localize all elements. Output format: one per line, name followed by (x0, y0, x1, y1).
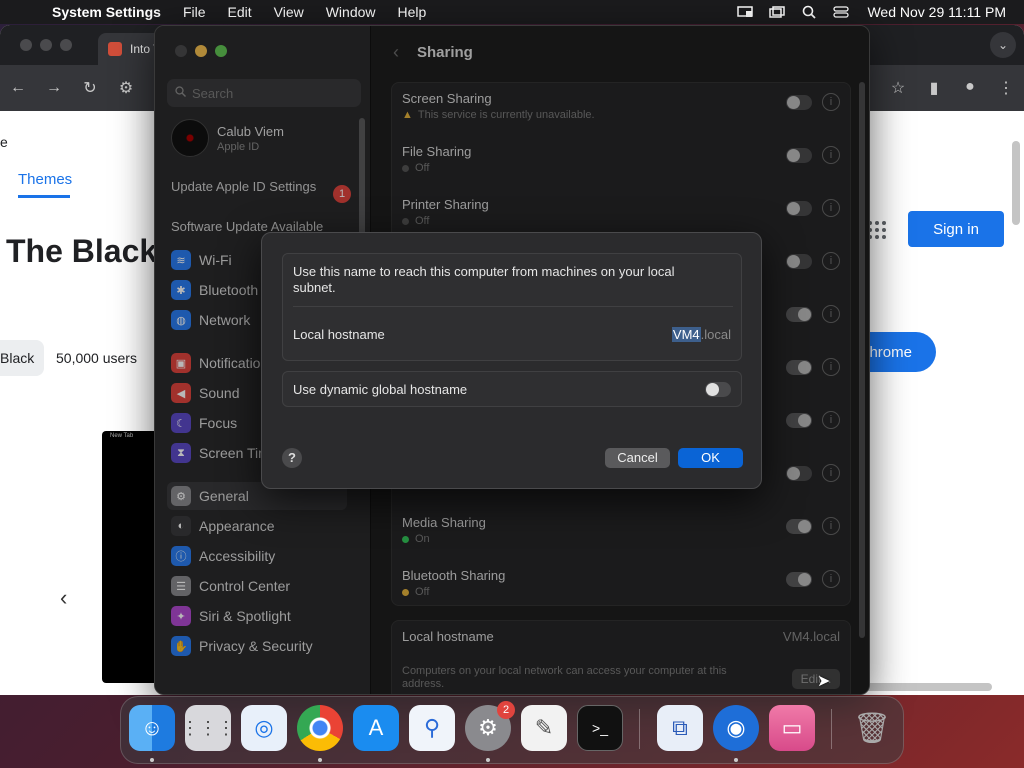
menu-bar: System Settings File Edit View Window He… (0, 0, 1024, 24)
chrome-zoom-button[interactable] (60, 39, 72, 51)
back-arrow-icon[interactable]: ← (0, 79, 36, 97)
google-apps-icon[interactable] (868, 221, 886, 239)
running-indicator (734, 758, 738, 762)
hostname-field-label: Local hostname (293, 327, 385, 342)
textedit-icon[interactable]: ✎ (521, 705, 567, 751)
themes-tab-underline (18, 195, 70, 198)
hostname-input-value: VM4 (671, 327, 701, 342)
dynamic-hostname-label: Use dynamic global hostname (293, 382, 468, 397)
chrome-icon[interactable] (297, 705, 343, 751)
finder-icon[interactable]: ☺ (129, 705, 175, 751)
menu-edit[interactable]: Edit (217, 4, 263, 20)
chrome-menu-icon[interactable]: ⋮ (988, 78, 1024, 98)
tab-search-chevron-icon[interactable]: ⌄ (990, 32, 1016, 58)
dock: ☺ ⋮⋮⋮ ◎ A ⚲ ⚙ 2 ✎ >_ ⧉ ◉ ▭ 🗑 (120, 696, 904, 764)
dock-separator (639, 709, 640, 749)
screen-mirroring-icon[interactable] (769, 6, 786, 18)
sign-in-button[interactable]: Sign in (908, 211, 1004, 247)
profile-icon[interactable]: ● (952, 78, 988, 98)
users-count: 50,000 users (56, 350, 137, 366)
site-settings-icon[interactable]: ⚙ (108, 78, 144, 98)
forward-arrow-icon[interactable]: → (36, 79, 72, 97)
chrome-minimize-button[interactable] (40, 39, 52, 51)
menu-file[interactable]: File (172, 4, 217, 20)
spotlight-search-icon[interactable] (801, 5, 817, 19)
menu-window[interactable]: Window (315, 4, 387, 20)
dynamic-hostname-group: Use dynamic global hostname (282, 371, 742, 407)
hostname-group: Use this name to reach this computer fro… (282, 253, 742, 361)
carousel-prev-icon[interactable]: ‹ (60, 585, 67, 611)
chrome-window-controls (0, 39, 72, 51)
help-button[interactable]: ? (282, 448, 302, 468)
side-panel-icon[interactable]: ▮ (916, 78, 952, 98)
ok-button[interactable]: OK (678, 448, 743, 468)
page-text-fragment: e (0, 134, 8, 150)
menu-view[interactable]: View (263, 4, 315, 20)
theme-preview-image: New Tab (102, 431, 162, 683)
dock-separator (831, 709, 832, 749)
preview-tab-label: New Tab (110, 433, 134, 439)
chrome-close-button[interactable] (20, 39, 32, 51)
menu-clock[interactable]: Wed Nov 29 11:11 PM (857, 4, 1024, 20)
app-store-icon[interactable]: A (353, 705, 399, 751)
page-horizontal-scrollbar[interactable] (860, 683, 992, 691)
page-vertical-scrollbar[interactable] (1012, 141, 1020, 225)
bookmark-star-icon[interactable]: ☆ (880, 78, 916, 98)
reload-icon[interactable]: ↻ (72, 78, 108, 98)
launchpad-icon[interactable]: ⋮⋮⋮ (181, 705, 235, 751)
system-settings-icon[interactable]: ⚙ 2 (465, 701, 515, 751)
theme-title: The Black (6, 233, 158, 269)
safari-icon[interactable]: ◎ (241, 705, 287, 751)
dynamic-hostname-toggle[interactable] (705, 382, 731, 397)
menu-help[interactable]: Help (387, 4, 438, 20)
control-center-icon[interactable] (833, 6, 850, 18)
theme-chip[interactable]: Black (0, 340, 44, 376)
hostname-suffix: .local (700, 327, 731, 342)
remote-desktop-icon[interactable]: ⧉ (657, 705, 703, 751)
display-status-icon[interactable] (737, 6, 754, 18)
screen-sharing-icon[interactable]: ▭ (769, 705, 815, 751)
sheet-description: Use this name to reach this computer fro… (293, 264, 675, 295)
running-indicator (150, 758, 154, 762)
tab-favicon-icon (108, 42, 122, 56)
proxyman-icon[interactable]: ◉ (713, 705, 759, 751)
running-indicator (318, 758, 322, 762)
cancel-button[interactable]: Cancel (605, 448, 670, 468)
hostname-edit-sheet: Use this name to reach this computer fro… (261, 232, 762, 489)
notification-badge: 2 (497, 701, 515, 719)
mouse-cursor-icon: ➤ (817, 673, 831, 690)
menu-app-name[interactable]: System Settings (52, 4, 172, 20)
terminal-icon[interactable]: >_ (577, 705, 623, 751)
divider (293, 306, 733, 307)
hostname-input[interactable]: VM4.local (671, 327, 731, 342)
themes-tab[interactable]: Themes (18, 171, 72, 188)
running-indicator (486, 758, 490, 762)
instruments-icon[interactable]: ⚲ (409, 705, 455, 751)
trash-icon[interactable]: 🗑 (849, 705, 895, 751)
